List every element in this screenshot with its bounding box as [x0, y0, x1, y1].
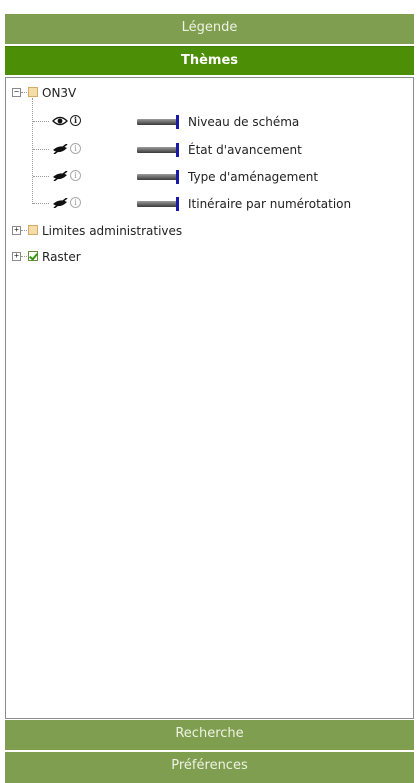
raster-label: Raster: [42, 250, 81, 264]
opacity-slider[interactable]: [137, 147, 177, 153]
opacity-slider[interactable]: [137, 174, 177, 180]
opacity-slider-handle[interactable]: [176, 143, 179, 157]
tree-connector: [33, 149, 49, 150]
panel-header-legende[interactable]: Légende: [5, 14, 414, 44]
layer-label: Niveau de schéma: [188, 115, 300, 129]
eye-slash-icon[interactable]: [52, 171, 68, 181]
opacity-slider[interactable]: [137, 119, 177, 125]
on3v-checkbox[interactable]: [28, 87, 38, 97]
opacity-slider-handle[interactable]: [176, 197, 179, 211]
eye-icon[interactable]: [52, 116, 68, 126]
raster-checkbox[interactable]: [28, 251, 38, 261]
opacity-slider-handle[interactable]: [176, 115, 179, 129]
panel-header-preferences[interactable]: Préférences: [5, 752, 414, 783]
tree-connector: [21, 256, 27, 257]
limites-expander[interactable]: +: [12, 226, 21, 235]
layer-label: Type d'aménagement: [188, 170, 319, 184]
on3v-expander[interactable]: −: [12, 88, 21, 97]
layer-label: État d'avancement: [188, 143, 302, 157]
info-icon[interactable]: i: [70, 197, 81, 208]
layer-label: Itinéraire par numérotation: [188, 197, 352, 211]
tree-connector: [21, 230, 27, 231]
tree-connector: [33, 121, 49, 122]
tree-connector: [33, 203, 49, 204]
limites-checkbox[interactable]: [28, 225, 38, 235]
info-icon[interactable]: i: [70, 115, 81, 126]
opacity-slider-handle[interactable]: [176, 170, 179, 184]
on3v-label: ON3V: [42, 86, 77, 100]
limites-label: Limites administratives: [42, 224, 183, 238]
raster-expander[interactable]: +: [12, 252, 21, 261]
tree-connector: [33, 176, 49, 177]
themes-tree-panel: − ON3V i Niveau de schéma i État d'avanc…: [5, 77, 414, 719]
panel-header-recherche[interactable]: Recherche: [5, 720, 414, 750]
tree-connector: [21, 92, 27, 93]
info-icon[interactable]: i: [70, 143, 81, 154]
eye-slash-icon[interactable]: [52, 144, 68, 154]
info-icon[interactable]: i: [70, 170, 81, 181]
opacity-slider[interactable]: [137, 201, 177, 207]
panel-header-themes[interactable]: Thèmes: [5, 46, 414, 75]
eye-slash-icon[interactable]: [52, 198, 68, 208]
tree-connector: [32, 98, 33, 204]
